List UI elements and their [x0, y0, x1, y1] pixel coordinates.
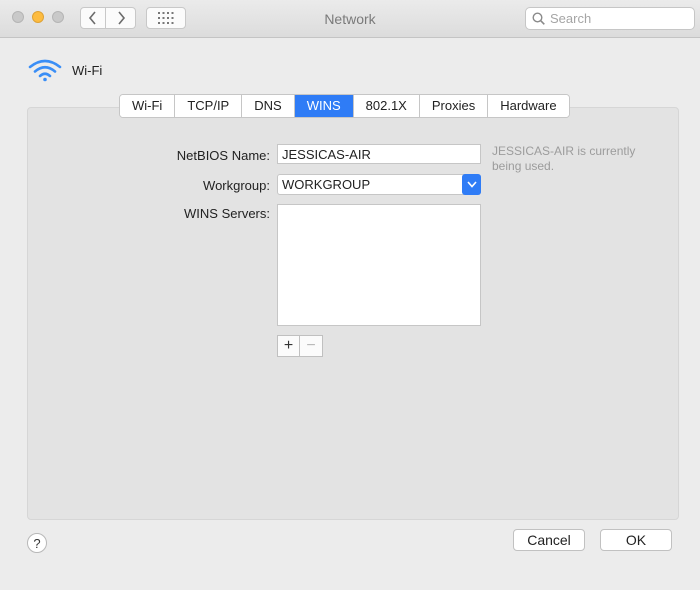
chevron-down-icon: [466, 181, 477, 188]
tab-dns[interactable]: DNS: [242, 95, 295, 117]
workgroup-value: WORKGROUP: [282, 177, 371, 192]
netbios-name-field[interactable]: JESSICAS-AIR: [277, 144, 481, 164]
wins-servers-controls: + −: [277, 335, 323, 357]
tab-8021x[interactable]: 802.1X: [353, 95, 420, 117]
wins-servers-list[interactable]: [277, 204, 481, 326]
search-placeholder: Search: [550, 11, 592, 26]
ok-button[interactable]: OK: [600, 529, 672, 551]
select-arrow: [462, 174, 481, 195]
netbios-hint: JESSICAS-AIR is currently being used.: [492, 144, 636, 173]
workgroup-select[interactable]: WORKGROUP: [277, 174, 481, 195]
window-body: Wi-Fi Wi-Fi TCP/IP DNS WINS 802.1X Proxi…: [8, 38, 692, 572]
title-bar: Network Search: [0, 0, 700, 38]
cancel-button[interactable]: Cancel: [513, 529, 585, 551]
netbios-name-label: NetBIOS Name:: [176, 148, 270, 163]
tab-wins[interactable]: WINS: [294, 95, 354, 117]
tab-wifi[interactable]: Wi-Fi: [120, 95, 176, 117]
wifi-icon: [28, 59, 62, 82]
tab-proxies[interactable]: Proxies: [419, 95, 489, 117]
search-input[interactable]: Search: [525, 7, 695, 30]
workgroup-label: Workgroup:: [203, 178, 270, 193]
add-server-button[interactable]: +: [278, 336, 300, 356]
tab-tcpip[interactable]: TCP/IP: [175, 95, 243, 117]
wins-servers-label: WINS Servers:: [184, 206, 270, 221]
interface-name: Wi-Fi: [72, 62, 103, 78]
interface-header: Wi-Fi: [28, 58, 102, 82]
tab-hardware[interactable]: Hardware: [488, 95, 569, 117]
help-button[interactable]: ?: [27, 533, 47, 553]
remove-server-button[interactable]: −: [300, 336, 322, 356]
search-icon: [532, 12, 545, 25]
tab-bar: Wi-Fi TCP/IP DNS WINS 802.1X Proxies Har…: [119, 94, 570, 118]
